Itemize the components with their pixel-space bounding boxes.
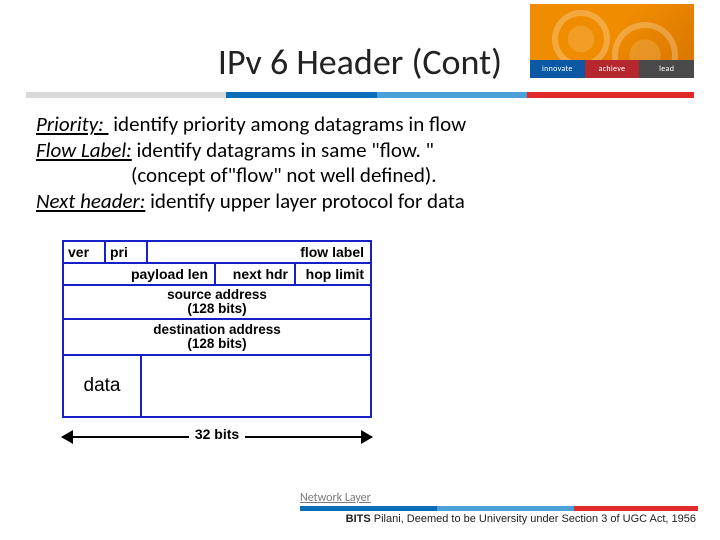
term-priority: Priority: [36,111,108,137]
field-data-label: data [64,356,142,416]
body-text: Priority: identify priority among datagr… [36,112,690,214]
field-payload-len: payload len [64,264,216,284]
ipv6-header-diagram: ver pri flow label payload len next hdr … [62,240,372,454]
field-destination-address: destination address(128 bits) [64,320,370,354]
footer-text: BITS Pilani, Deemed to be University und… [346,513,696,525]
width-indicator: 32 bits [62,426,372,454]
field-pri: pri [106,242,148,262]
field-flow-label: flow label [148,242,370,262]
page-title: IPv 6 Header (Cont) [0,40,720,84]
title-rule [26,92,694,98]
field-source-address: source address(128 bits) [64,286,370,318]
field-hop-limit: hop limit [296,264,370,284]
width-label: 32 bits [189,426,245,442]
footer-link[interactable]: Network Layer [300,491,371,505]
footer-rule [300,506,698,511]
field-ver: ver [64,242,106,262]
term-next-header: Next header: [36,188,145,214]
header-fields-box: ver pri flow label payload len next hdr … [62,240,372,356]
field-next-hdr: next hdr [216,264,296,284]
data-block: data [62,356,372,418]
term-flow-label: Flow Label: [36,137,132,163]
